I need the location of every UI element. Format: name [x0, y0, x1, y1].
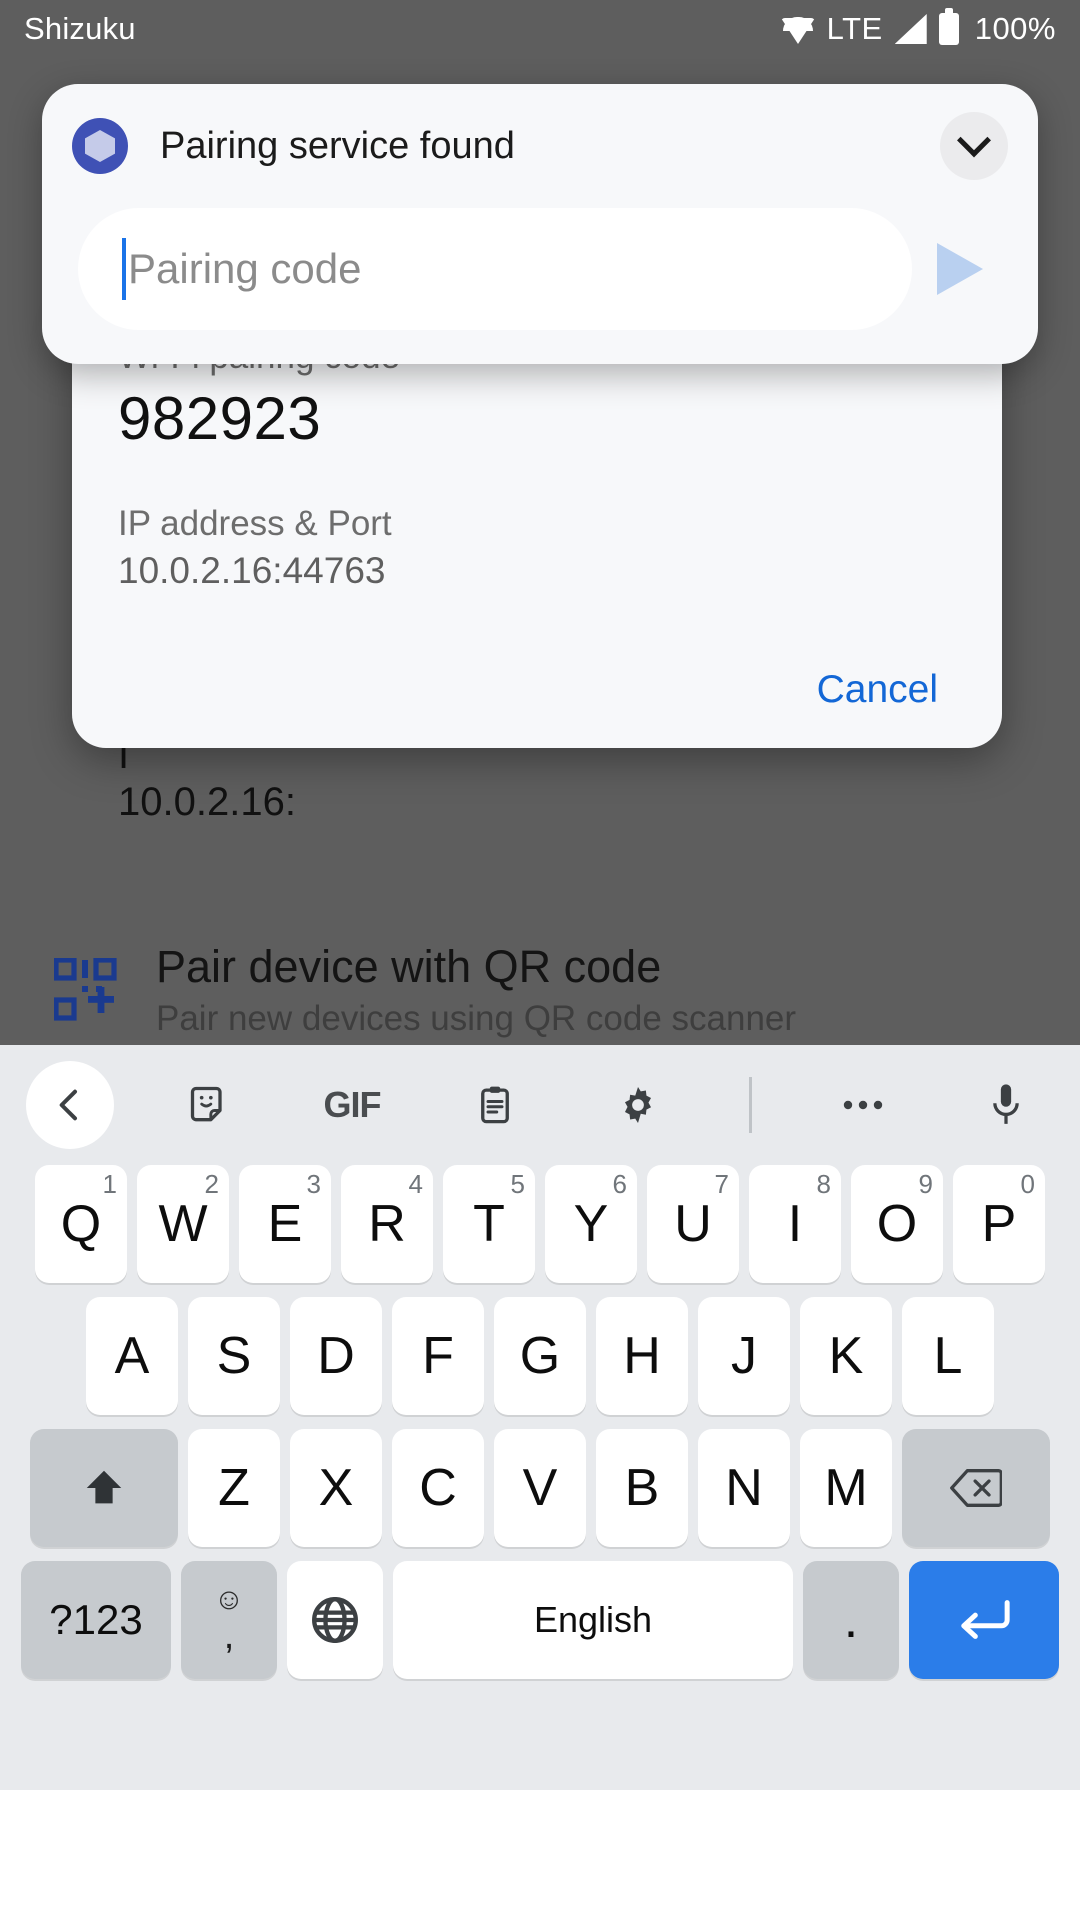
battery-icon — [938, 8, 959, 45]
key-z[interactable]: Z — [188, 1429, 280, 1547]
pair-with-qr-code-row[interactable]: Pair device with QR code Pair new device… — [0, 940, 1080, 1041]
enter-icon[interactable] — [909, 1561, 1059, 1679]
key-o[interactable]: 9O — [851, 1165, 943, 1283]
dialog-actions: Cancel — [118, 658, 956, 722]
ip-address-port-value: 10.0.2.16:44763 — [118, 550, 386, 591]
shift-icon[interactable] — [30, 1429, 178, 1547]
comma-key[interactable]: ☺ , — [181, 1561, 277, 1679]
key-s[interactable]: S — [188, 1297, 280, 1415]
keyboard-row-2: ASDFGHJKL — [0, 1297, 1080, 1415]
cancel-button[interactable]: Cancel — [799, 658, 956, 722]
mic-icon[interactable] — [958, 1057, 1054, 1153]
toolbar-divider — [749, 1077, 752, 1133]
qr-row-subtitle: Pair new devices using QR code scanner — [156, 999, 797, 1039]
key-k[interactable]: K — [800, 1297, 892, 1415]
send-icon[interactable] — [912, 243, 1008, 295]
key-l[interactable]: L — [902, 1297, 994, 1415]
qr-row-title: Pair device with QR code — [156, 941, 662, 992]
network-type-label: LTE — [826, 11, 883, 46]
key-h[interactable]: H — [596, 1297, 688, 1415]
qr-row-text: Pair device with QR code Pair new device… — [156, 940, 796, 1041]
phone-screen: Shizuku LTE 100% P S I 10.0.2.16: — [0, 0, 1080, 1920]
notification-header: Pairing service found — [72, 112, 1008, 180]
key-y[interactable]: 6Y — [545, 1165, 637, 1283]
key-hint: 9 — [918, 1169, 933, 1199]
dialog-spacer — [118, 453, 956, 501]
key-hint: 7 — [714, 1169, 729, 1199]
key-t[interactable]: 5T — [443, 1165, 535, 1283]
gif-label: GIF — [323, 1084, 382, 1125]
wifi-pairing-dialog: Wi-Fi pairing code 982923 IP address & P… — [72, 300, 1002, 749]
wifi-icon — [780, 14, 815, 44]
key-b[interactable]: B — [596, 1429, 688, 1547]
comma-glyph: , — [223, 1615, 235, 1657]
navigation-bar — [0, 1790, 1080, 1920]
key-hint: 0 — [1020, 1169, 1035, 1199]
key-w[interactable]: 2W — [137, 1165, 229, 1283]
pairing-code-input[interactable]: Pairing code — [78, 208, 912, 330]
clipboard-icon[interactable] — [447, 1057, 543, 1153]
key-m[interactable]: M — [800, 1429, 892, 1547]
key-hint: 2 — [204, 1169, 219, 1199]
keyboard-row-1: 1Q2W3E4R5T6Y7U8I9O0P — [0, 1165, 1080, 1283]
key-hint: 1 — [102, 1169, 117, 1199]
status-bar-icons: LTE 100% — [780, 8, 1056, 47]
key-g[interactable]: G — [494, 1297, 586, 1415]
key-hint: 8 — [816, 1169, 831, 1199]
period-key[interactable]: . — [803, 1561, 899, 1679]
key-q[interactable]: 1Q — [35, 1165, 127, 1283]
key-v[interactable]: V — [494, 1429, 586, 1547]
symbols-key[interactable]: ?123 — [21, 1561, 171, 1679]
qr-code-add-icon — [54, 958, 118, 1030]
shizuku-icon — [72, 118, 128, 174]
keyboard-row-3: ZXCVBNM — [0, 1429, 1080, 1547]
overflow-icon[interactable] — [815, 1057, 911, 1153]
key-e[interactable]: 3E — [239, 1165, 331, 1283]
ip-address-port-label: IP address & Port — [118, 503, 392, 543]
signal-icon — [894, 14, 927, 44]
notification-reply-area: Pairing code — [72, 208, 1008, 330]
key-hint: 3 — [306, 1169, 321, 1199]
heads-up-notification[interactable]: Pairing service found Pairing code — [42, 84, 1038, 364]
key-r[interactable]: 4R — [341, 1165, 433, 1283]
keyboard-row-4: ?123 ☺ , English . — [0, 1561, 1080, 1679]
battery-percent-label: 100% — [974, 11, 1056, 46]
key-u[interactable]: 7U — [647, 1165, 739, 1283]
key-hint: 6 — [612, 1169, 627, 1199]
on-screen-keyboard: GIF 1 Q 2 W 3 E 4 R 5 T 6 Y 7 U 8 I 9 O … — [0, 1045, 1080, 1790]
back-icon[interactable] — [26, 1061, 114, 1149]
key-hint: 4 — [408, 1169, 423, 1199]
key-i[interactable]: 8I — [749, 1165, 841, 1283]
status-bar-app-title: Shizuku — [24, 11, 136, 46]
key-x[interactable]: X — [290, 1429, 382, 1547]
backspace-icon[interactable] — [902, 1429, 1050, 1547]
globe-icon[interactable] — [287, 1561, 383, 1679]
pairing-code-value: 982923 — [118, 384, 322, 452]
text-caret — [122, 238, 126, 300]
key-p[interactable]: 0P — [953, 1165, 1045, 1283]
key-n[interactable]: N — [698, 1429, 790, 1547]
key-a[interactable]: A — [86, 1297, 178, 1415]
key-c[interactable]: C — [392, 1429, 484, 1547]
chevron-down-icon[interactable] — [940, 112, 1008, 180]
pairing-code-input-placeholder: Pairing code — [128, 245, 362, 292]
notification-title: Pairing service found — [160, 124, 515, 167]
space-key[interactable]: English — [393, 1561, 793, 1679]
keyboard-toolbar: GIF — [0, 1045, 1080, 1165]
key-j[interactable]: J — [698, 1297, 790, 1415]
keyboard-row-3-letters: ZXCVBNM — [183, 1429, 897, 1547]
key-f[interactable]: F — [392, 1297, 484, 1415]
key-d[interactable]: D — [290, 1297, 382, 1415]
key-hint: 5 — [510, 1169, 525, 1199]
sticker-icon[interactable] — [161, 1057, 257, 1153]
gear-icon[interactable] — [590, 1057, 686, 1153]
emoji-glyph: ☺ — [213, 1583, 245, 1616]
status-bar: Shizuku LTE 100% — [0, 0, 1080, 58]
gif-icon[interactable]: GIF — [304, 1057, 400, 1153]
background-row-value: 10.0.2.16: — [118, 780, 296, 824]
